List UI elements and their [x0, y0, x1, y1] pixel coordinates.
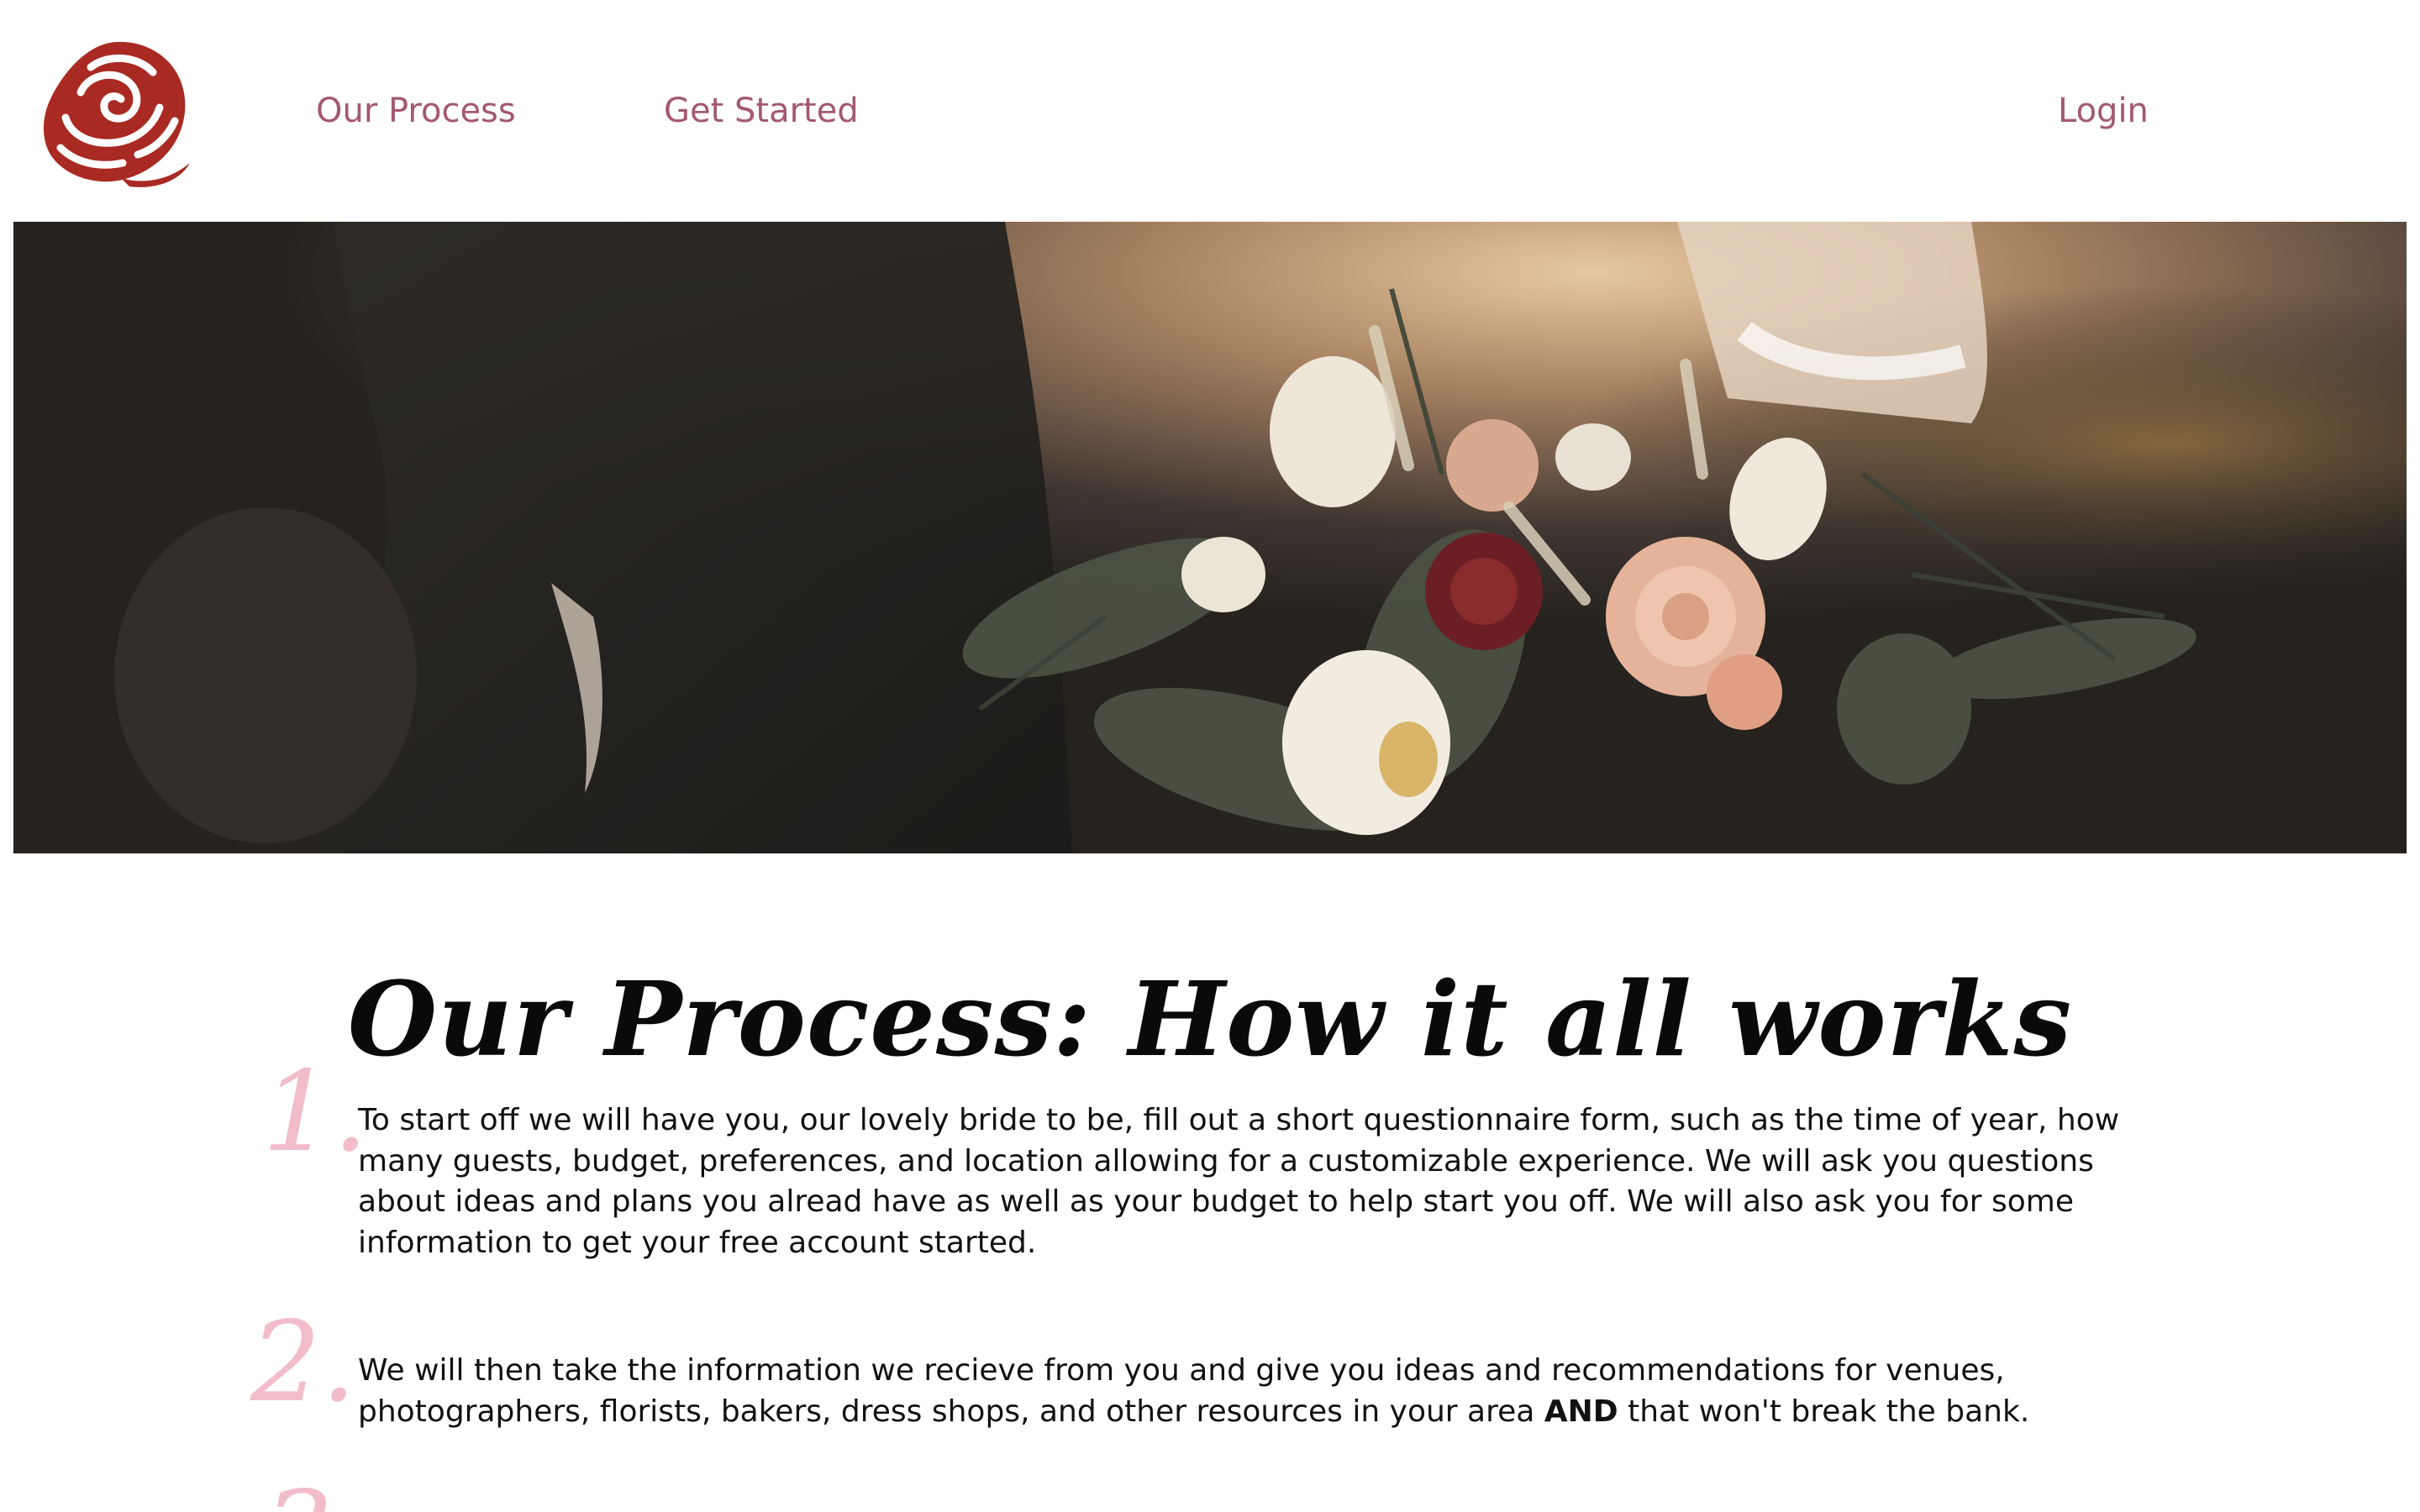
home-logo-link[interactable] [37, 37, 195, 188]
step-number: 3. [262, 1477, 368, 1512]
step-text-part: that won't break the bank. [1618, 1394, 2030, 1429]
step-text: To start off we will have you, our lovel… [358, 1103, 2120, 1260]
nav-login[interactable]: Login [2058, 94, 2149, 128]
bridal-bouquet-photo [13, 222, 2407, 853]
nav-our-process[interactable]: Our Process [316, 94, 516, 128]
step-text: We will then take the information we rec… [358, 1351, 2123, 1432]
page: Our Process Get Started Login Our Proces… [0, 0, 2420, 1512]
step-number: 1. [262, 1047, 368, 1177]
nav-get-started[interactable]: Get Started [664, 94, 859, 128]
step-number: 2. [250, 1298, 356, 1427]
rose-logo-icon [43, 41, 190, 187]
step-text-emphasis: AND [1544, 1394, 1618, 1429]
site-header: Our Process Get Started Login [0, 0, 2420, 223]
hero-image [13, 222, 2407, 853]
